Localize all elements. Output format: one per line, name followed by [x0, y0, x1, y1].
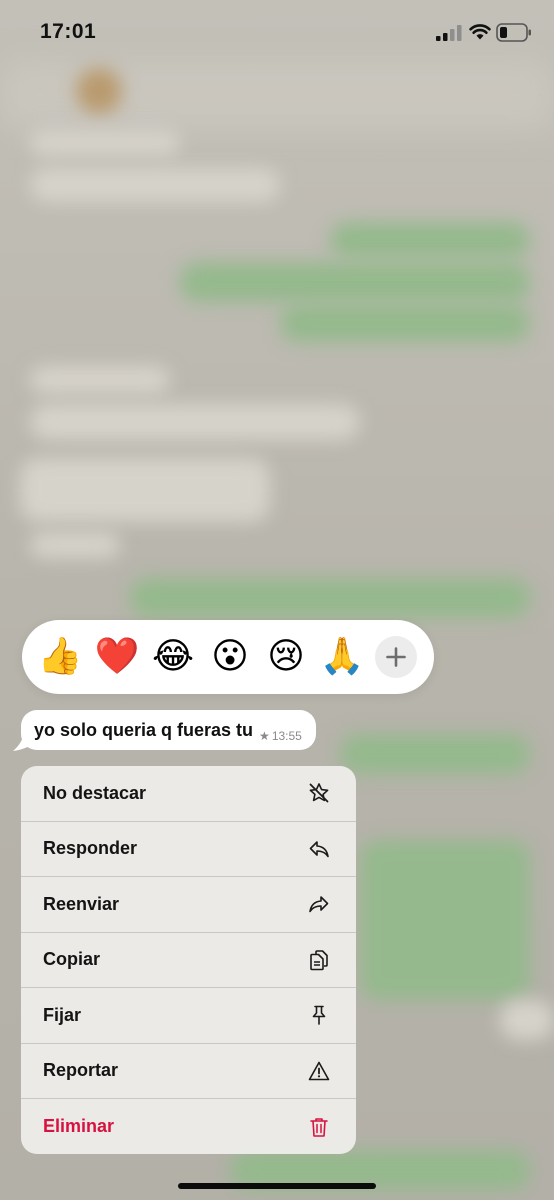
- status-time: 17:01: [40, 20, 97, 43]
- menu-item-unstar[interactable]: No destacar: [21, 766, 356, 822]
- context-menu: No destacar Responder Reenviar Copiar Fi…: [21, 766, 356, 1154]
- forward-icon: [309, 896, 329, 913]
- menu-item-label: Eliminar: [43, 1116, 115, 1137]
- reaction-bar: 👍 ❤️ 😂 😮 😢 🙏: [22, 620, 434, 694]
- message-meta: ★ 13:55: [259, 729, 302, 743]
- menu-item-label: Reenviar: [43, 893, 120, 914]
- reaction-folded-hands[interactable]: 🙏: [318, 633, 366, 681]
- pin-icon: [312, 1005, 326, 1026]
- menu-item-label: Responder: [43, 838, 138, 859]
- blurred-message: [30, 532, 120, 558]
- blurred-message: [330, 222, 530, 258]
- menu-item-forward[interactable]: Reenviar: [21, 877, 356, 933]
- blurred-message: [30, 366, 170, 394]
- blurred-message: [340, 734, 530, 774]
- blurred-message: [360, 840, 530, 1000]
- menu-item-label: Copiar: [43, 949, 101, 970]
- battery-icon: [496, 23, 531, 42]
- reaction-tears-of-joy[interactable]: 😂: [149, 633, 197, 681]
- menu-item-pin[interactable]: Fijar: [21, 988, 356, 1044]
- warning-icon: [308, 1061, 330, 1081]
- blurred-message: [130, 578, 530, 618]
- blurred-message: [500, 1000, 554, 1040]
- reaction-crying-face[interactable]: 😢: [262, 633, 310, 681]
- blurred-message: [30, 168, 280, 202]
- reaction-surprised-face[interactable]: 😮: [206, 633, 254, 681]
- menu-item-label: Fijar: [43, 1004, 82, 1025]
- blurred-avatar: [76, 68, 122, 114]
- menu-item-label: Reportar: [43, 1060, 119, 1081]
- reaction-thumbs-up[interactable]: 👍: [36, 633, 84, 681]
- plus-icon: [386, 647, 406, 667]
- status-bar: 17:01: [0, 0, 554, 66]
- blurred-message: [30, 130, 180, 156]
- message-time: 13:55: [271, 729, 302, 743]
- message-text: yo solo queria q fueras tu: [34, 719, 254, 740]
- unstar-icon: [309, 783, 329, 803]
- menu-item-report[interactable]: Reportar: [21, 1044, 356, 1099]
- wifi-icon: [469, 24, 491, 40]
- home-indicator[interactable]: [178, 1183, 376, 1189]
- menu-item-delete[interactable]: Eliminar: [21, 1099, 356, 1154]
- menu-item-reply[interactable]: Responder: [21, 822, 356, 877]
- menu-item-label: No destacar: [43, 782, 147, 803]
- signal-icon: [436, 25, 462, 41]
- blurred-message: [30, 404, 360, 440]
- menu-item-copy[interactable]: Copiar: [21, 933, 356, 988]
- more-reactions-button[interactable]: [375, 636, 417, 678]
- star-icon: ★: [259, 729, 270, 743]
- blurred-message: [20, 458, 270, 522]
- message-bubble[interactable]: yo solo queria q fueras tu ★ 13:55: [21, 710, 316, 750]
- copy-icon: [310, 949, 328, 971]
- reply-icon: [309, 840, 329, 858]
- trash-icon: [310, 1117, 328, 1137]
- blurred-message: [180, 262, 530, 302]
- blurred-message: [280, 304, 530, 342]
- reaction-red-heart[interactable]: ❤️: [93, 633, 141, 681]
